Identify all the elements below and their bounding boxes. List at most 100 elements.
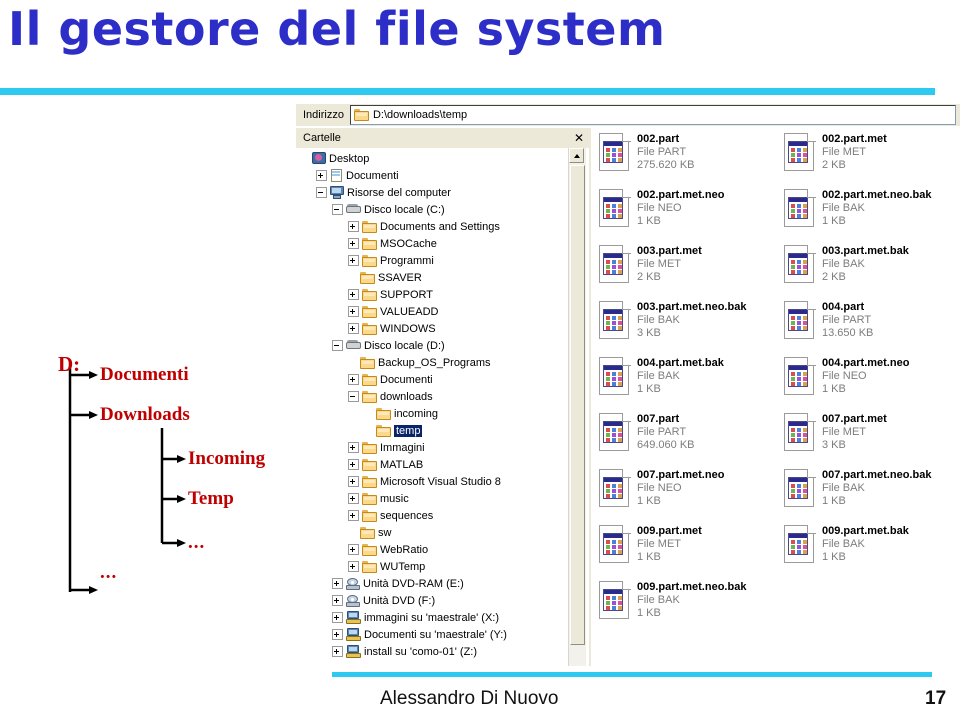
file-meta: 009.part.met.bak File BAK 1 KB [822, 524, 960, 576]
tree-item-ssaver[interactable]: SSAVER [296, 269, 588, 286]
file-meta: 002.part.met.neo File NEO 1 KB [637, 188, 781, 240]
file-list-item[interactable]: 002.part.met.neo File NEO 1 KB [599, 188, 781, 240]
expand-icon[interactable] [332, 629, 343, 640]
generic-file-icon [599, 188, 632, 229]
file-list-item[interactable]: 003.part.met File MET 2 KB [599, 244, 781, 296]
tree-item-label: SUPPORT [380, 288, 433, 301]
file-size: 1 KB [822, 383, 846, 395]
file-list-item[interactable]: 004.part File PART 13.650 KB [784, 300, 960, 352]
tree-item-msocache[interactable]: MSOCache [296, 235, 588, 252]
address-input[interactable]: D:\downloads\temp [349, 105, 956, 125]
tree-item-label: Documents and Settings [380, 220, 500, 233]
file-list-item[interactable]: 002.part.met.neo.bak File BAK 1 KB [784, 188, 960, 240]
collapse-icon[interactable] [348, 391, 359, 402]
folder-icon [362, 458, 377, 471]
file-size: 1 KB [822, 551, 846, 563]
tree-item-documents-and-settings[interactable]: Documents and Settings [296, 218, 588, 235]
file-size: 1 KB [637, 551, 661, 563]
expand-icon[interactable] [348, 238, 359, 249]
tree-item-microsoft-visual-studio-8[interactable]: Microsoft Visual Studio 8 [296, 473, 588, 490]
tree-item-desktop[interactable]: Desktop [296, 150, 588, 167]
file-list-item[interactable]: 004.part.met.neo File NEO 1 KB [784, 356, 960, 408]
expand-icon[interactable] [348, 493, 359, 504]
collapse-icon[interactable] [316, 187, 327, 198]
expand-icon[interactable] [348, 255, 359, 266]
tree-item-support[interactable]: SUPPORT [296, 286, 588, 303]
file-list-item[interactable]: 004.part.met.bak File BAK 1 KB [599, 356, 781, 408]
expand-icon[interactable] [348, 289, 359, 300]
scroll-up-button[interactable] [569, 148, 584, 163]
expand-icon[interactable] [332, 595, 343, 606]
tree-item-unit-dvd-ram-e[interactable]: Unità DVD-RAM (E:) [296, 575, 588, 592]
file-list-item[interactable]: 007.part File PART 649.060 KB [599, 412, 781, 464]
tree-item-incoming[interactable]: incoming [296, 405, 588, 422]
file-list-item[interactable]: 003.part.met.bak File BAK 2 KB [784, 244, 960, 296]
expand-icon[interactable] [332, 612, 343, 623]
folders-tree-scrollbar[interactable] [568, 148, 586, 666]
file-size: 1 KB [822, 215, 846, 227]
file-size: 1 KB [637, 607, 661, 619]
expand-icon[interactable] [348, 544, 359, 555]
tree-item-downloads[interactable]: downloads [296, 388, 588, 405]
tree-item-webratio[interactable]: WebRatio [296, 541, 588, 558]
file-list-item[interactable]: 003.part.met.neo.bak File BAK 3 KB [599, 300, 781, 352]
tree-item-disco-locale-c[interactable]: Disco locale (C:) [296, 201, 588, 218]
tree-item-sequences[interactable]: sequences [296, 507, 588, 524]
expand-icon[interactable] [348, 561, 359, 572]
collapse-icon[interactable] [332, 340, 343, 351]
file-type: File BAK [822, 202, 865, 214]
file-list-item[interactable]: 007.part.met.neo.bak File BAK 1 KB [784, 468, 960, 520]
filesystem-tree-diagram: D: Documenti Downloads Incoming Temp ...… [0, 0, 300, 714]
tree-item-documenti-su-maestrale-y[interactable]: Documenti su 'maestrale' (Y:) [296, 626, 588, 643]
close-icon[interactable]: ✕ [570, 131, 588, 145]
tree-item-windows[interactable]: WINDOWS [296, 320, 588, 337]
tree-item-music[interactable]: music [296, 490, 588, 507]
file-meta: 003.part.met.bak File BAK 2 KB [822, 244, 960, 296]
file-list-item[interactable]: 007.part.met File MET 3 KB [784, 412, 960, 464]
tree-item-immagini-su-maestrale-x[interactable]: immagini su 'maestrale' (X:) [296, 609, 588, 626]
expand-icon[interactable] [348, 442, 359, 453]
expand-icon[interactable] [332, 578, 343, 589]
expand-icon[interactable] [348, 374, 359, 385]
folder-icon [362, 390, 377, 403]
folder-icon [362, 288, 377, 301]
file-meta: 003.part.met File MET 2 KB [637, 244, 781, 296]
expand-icon[interactable] [348, 476, 359, 487]
tree-item-valueadd[interactable]: VALUEADD [296, 303, 588, 320]
tree-item-backup-os-programs[interactable]: Backup_OS_Programs [296, 354, 588, 371]
expand-icon[interactable] [348, 306, 359, 317]
file-list-item[interactable]: 007.part.met.neo File NEO 1 KB [599, 468, 781, 520]
file-list-item[interactable]: 002.part.met File MET 2 KB [784, 132, 960, 184]
expand-icon[interactable] [316, 170, 327, 181]
generic-file-icon [599, 412, 632, 453]
tree-item-sw[interactable]: sw [296, 524, 588, 541]
file-list-item[interactable]: 009.part.met.bak File BAK 1 KB [784, 524, 960, 576]
file-list-item[interactable]: 009.part.met.neo.bak File BAK 1 KB [599, 580, 781, 632]
tree-item-immagini[interactable]: Immagini [296, 439, 588, 456]
file-list-item[interactable]: 002.part File PART 275.620 KB [599, 132, 781, 184]
tree-item-label: MATLAB [380, 458, 424, 471]
desktop-icon [312, 152, 326, 165]
tree-item-install-su-como-01-z[interactable]: install su 'como-01' (Z:) [296, 643, 588, 660]
harddisk-icon [346, 340, 361, 351]
tree-item-label: Desktop [329, 152, 370, 165]
collapse-icon[interactable] [332, 204, 343, 215]
expand-icon[interactable] [332, 646, 343, 657]
tree-item-label: SSAVER [378, 271, 422, 284]
expand-icon[interactable] [348, 323, 359, 334]
file-name: 009.part.met.neo.bak [637, 581, 747, 593]
file-list-item[interactable]: 009.part.met File MET 1 KB [599, 524, 781, 576]
tree-item-programmi[interactable]: Programmi [296, 252, 588, 269]
expand-icon[interactable] [348, 221, 359, 232]
tree-item-wutemp[interactable]: WUTemp [296, 558, 588, 575]
tree-item-risorse-del-computer[interactable]: Risorse del computer [296, 184, 588, 201]
tree-item-temp[interactable]: temp [296, 422, 588, 439]
tree-item-documenti[interactable]: Documenti [296, 371, 588, 388]
scrollbar-thumb[interactable] [570, 165, 585, 645]
tree-item-disco-locale-d[interactable]: Disco locale (D:) [296, 337, 588, 354]
tree-item-unit-dvd-f[interactable]: Unità DVD (F:) [296, 592, 588, 609]
expand-icon[interactable] [348, 510, 359, 521]
tree-item-matlab[interactable]: MATLAB [296, 456, 588, 473]
expand-icon[interactable] [348, 459, 359, 470]
tree-item-documenti[interactable]: Documenti [296, 167, 588, 184]
